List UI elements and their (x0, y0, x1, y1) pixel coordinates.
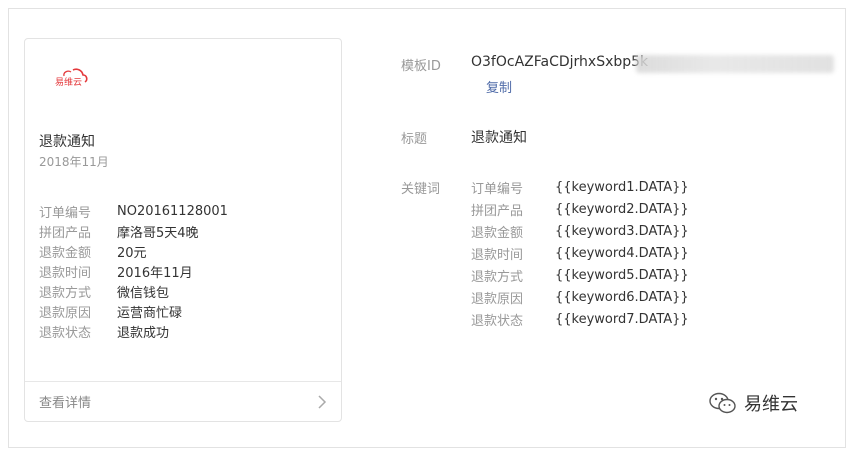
message-date: 2018年11月 (39, 155, 109, 169)
keyword-placeholder: {{keyword6.DATA}} (555, 289, 689, 305)
field-label: 退款金额 (39, 245, 92, 261)
field-label: 退款时间 (39, 265, 92, 281)
watermark: 易维云 (708, 390, 798, 416)
template-id-value: O3fOcAZFaCDjrhxSxbp5k (471, 54, 649, 70)
keywords-label: 关键词 (401, 182, 441, 197)
keyword-placeholder: {{keyword4.DATA}} (555, 245, 689, 261)
field-value: 微信钱包 (117, 285, 170, 301)
keyword-row: 退款时间 {{keyword4.DATA}} (471, 242, 689, 264)
view-details-link[interactable]: 查看详情 (39, 392, 91, 411)
field-row: 拼团产品 摩洛哥5天4晚 (39, 221, 228, 241)
keyword-row: 退款方式 {{keyword5.DATA}} (471, 264, 689, 286)
field-value: 2016年11月 (117, 265, 193, 281)
message-fields: 订单编号 NO20161128001 拼团产品 摩洛哥5天4晚 退款金额 20元… (39, 201, 228, 341)
keyword-placeholder: {{keyword3.DATA}} (555, 223, 689, 239)
keyword-name: 退款方式 (471, 269, 524, 285)
field-value: NO20161128001 (117, 203, 228, 219)
keyword-row: 拼团产品 {{keyword2.DATA}} (471, 198, 689, 220)
keyword-placeholder: {{keyword5.DATA}} (555, 267, 689, 283)
field-label: 拼团产品 (39, 225, 92, 241)
keyword-name: 订单编号 (471, 181, 524, 197)
field-label: 退款状态 (39, 325, 92, 341)
keyword-list: 订单编号 {{keyword1.DATA}} 拼团产品 {{keyword2.D… (471, 176, 689, 330)
title-value: 退款通知 (471, 130, 527, 146)
field-label: 退款原因 (39, 305, 92, 321)
keyword-row: 退款金额 {{keyword3.DATA}} (471, 220, 689, 242)
chevron-right-icon (318, 394, 327, 409)
keyword-placeholder: {{keyword1.DATA}} (555, 179, 689, 195)
svg-text:易维云: 易维云 (55, 76, 82, 88)
keyword-row: 退款状态 {{keyword7.DATA}} (471, 308, 689, 330)
field-label: 订单编号 (39, 205, 92, 221)
keyword-placeholder: {{keyword2.DATA}} (555, 201, 689, 217)
field-value: 退款成功 (117, 325, 170, 341)
wechat-icon (709, 392, 736, 414)
copy-button[interactable]: 复制 (486, 77, 512, 96)
keyword-name: 退款时间 (471, 247, 524, 263)
keyword-row: 退款原因 {{keyword6.DATA}} (471, 286, 689, 308)
title-label: 标题 (401, 132, 428, 147)
field-row: 退款状态 退款成功 (39, 321, 228, 341)
field-row: 退款方式 微信钱包 (39, 281, 228, 301)
template-id-label: 模板ID (401, 59, 441, 74)
message-title: 退款通知 (39, 134, 95, 150)
keyword-name: 拼团产品 (471, 203, 524, 219)
keyword-placeholder: {{keyword7.DATA}} (555, 311, 689, 327)
field-label: 退款方式 (39, 285, 92, 301)
field-row: 订单编号 NO20161128001 (39, 201, 228, 221)
field-row: 退款原因 运营商忙碌 (39, 301, 228, 321)
redacted-id-mask (636, 55, 834, 73)
field-value: 摩洛哥5天4晚 (117, 225, 199, 241)
keyword-name: 退款状态 (471, 313, 524, 329)
field-row: 退款时间 2016年11月 (39, 261, 228, 281)
keyword-name: 退款金额 (471, 225, 524, 241)
field-value: 运营商忙碌 (117, 305, 183, 321)
message-card: 易维云 退款通知 2018年11月 订单编号 NO20161128001 拼团产… (24, 38, 342, 422)
keyword-row: 订单编号 {{keyword1.DATA}} (471, 176, 689, 198)
field-value: 20元 (117, 245, 147, 261)
view-details-row[interactable]: 查看详情 (25, 381, 341, 421)
brand-logo: 易维云 (55, 68, 88, 88)
watermark-text: 易维云 (744, 394, 798, 415)
keyword-name: 退款原因 (471, 291, 524, 307)
field-row: 退款金额 20元 (39, 241, 228, 261)
